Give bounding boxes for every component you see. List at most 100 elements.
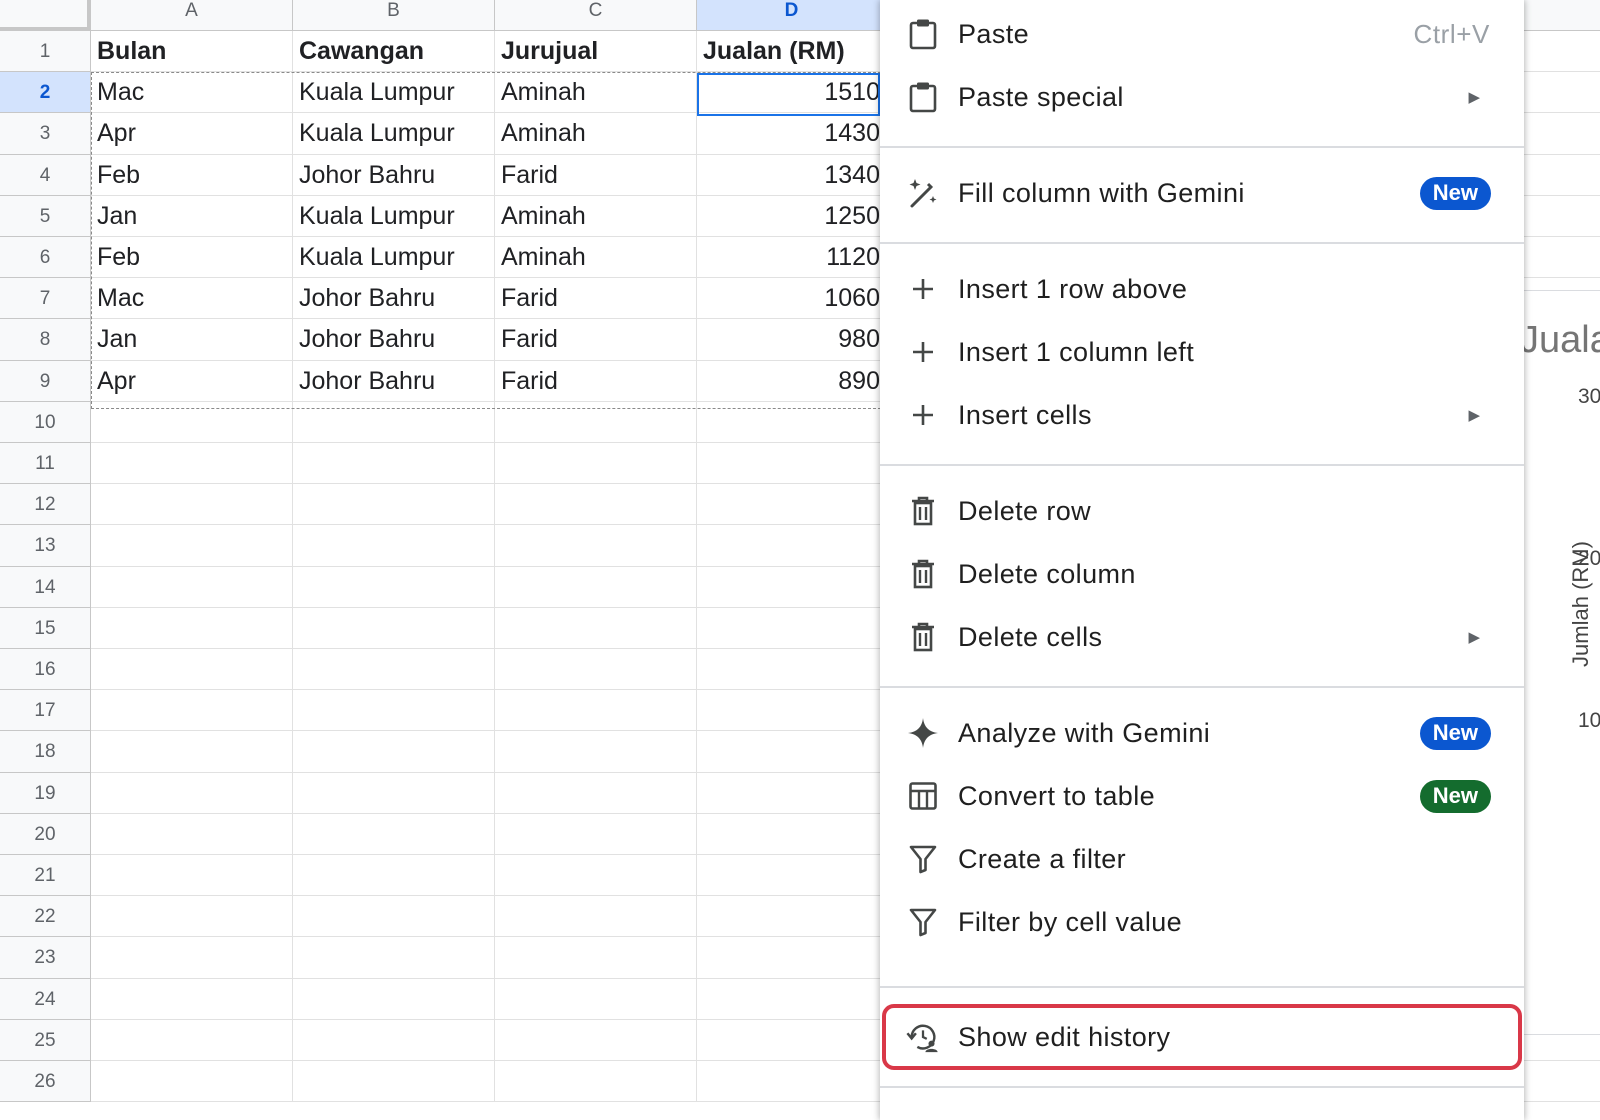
table-cell[interactable]: Feb <box>91 155 293 196</box>
column-header-d[interactable]: D <box>697 0 887 31</box>
menu-item-insert-row-above[interactable]: Insert 1 row above <box>880 261 1524 317</box>
table-cell[interactable]: Aminah <box>495 237 697 278</box>
empty-cell[interactable] <box>495 443 697 484</box>
empty-cell[interactable] <box>697 1020 887 1061</box>
empty-cell[interactable] <box>697 814 887 855</box>
menu-item-analyze-gemini[interactable]: Analyze with Gemini New <box>880 705 1524 761</box>
empty-cell[interactable] <box>293 731 495 773</box>
empty-cell[interactable] <box>495 979 697 1020</box>
empty-cell[interactable] <box>293 979 495 1020</box>
table-cell[interactable]: Farid <box>495 319 697 361</box>
empty-cell[interactable] <box>293 443 495 484</box>
empty-cell[interactable] <box>697 773 887 814</box>
row-header[interactable]: 19 <box>0 773 91 814</box>
empty-cell[interactable] <box>495 567 697 608</box>
table-cell[interactable]: Jan <box>91 319 293 361</box>
menu-item-insert-cells[interactable]: Insert cells ▶ <box>880 387 1524 443</box>
table-cell[interactable]: Farid <box>495 361 697 402</box>
empty-cell[interactable] <box>91 608 293 649</box>
table-cell[interactable]: Johor Bahru <box>293 319 495 361</box>
row-header[interactable]: 17 <box>0 690 91 731</box>
empty-cell[interactable] <box>495 1061 697 1102</box>
row-header[interactable]: 25 <box>0 1020 91 1061</box>
empty-cell[interactable] <box>495 855 697 896</box>
table-cell[interactable]: Kuala Lumpur <box>293 196 495 237</box>
empty-cell[interactable] <box>495 484 697 525</box>
row-header[interactable]: 11 <box>0 443 91 484</box>
empty-cell[interactable] <box>91 814 293 855</box>
table-cell[interactable]: Farid <box>495 278 697 319</box>
menu-item-delete-cells[interactable]: Delete cells ▶ <box>880 609 1524 665</box>
row-header[interactable]: 14 <box>0 567 91 608</box>
row-header[interactable]: 2 <box>0 72 91 113</box>
empty-cell[interactable] <box>697 855 887 896</box>
empty-cell[interactable] <box>293 937 495 979</box>
column-header-a[interactable]: A <box>91 0 293 31</box>
table-cell[interactable]: Kuala Lumpur <box>293 113 495 155</box>
empty-cell[interactable] <box>293 567 495 608</box>
empty-cell[interactable] <box>91 773 293 814</box>
menu-item-create-filter[interactable]: Create a filter <box>880 831 1524 887</box>
empty-cell[interactable] <box>495 773 697 814</box>
empty-cell[interactable] <box>91 979 293 1020</box>
empty-cell[interactable] <box>697 979 887 1020</box>
empty-cell[interactable] <box>293 649 495 690</box>
empty-cell[interactable] <box>293 896 495 937</box>
empty-cell[interactable] <box>293 773 495 814</box>
empty-cell[interactable] <box>293 608 495 649</box>
table-cell[interactable]: Johor Bahru <box>293 361 495 402</box>
row-header[interactable]: 6 <box>0 237 91 278</box>
row-header[interactable]: 10 <box>0 402 91 443</box>
empty-cell[interactable] <box>697 567 887 608</box>
menu-item-filter-by-cell-value[interactable]: Filter by cell value <box>880 894 1524 950</box>
row-header[interactable]: 1 <box>0 31 91 72</box>
empty-cell[interactable] <box>91 1020 293 1061</box>
empty-cell[interactable] <box>91 484 293 525</box>
empty-cell[interactable] <box>293 855 495 896</box>
empty-cell[interactable] <box>697 484 887 525</box>
empty-cell[interactable] <box>495 814 697 855</box>
empty-cell[interactable] <box>293 484 495 525</box>
table-cell[interactable]: Kuala Lumpur <box>293 72 495 113</box>
empty-cell[interactable] <box>91 443 293 484</box>
empty-cell[interactable] <box>697 731 887 773</box>
empty-cell[interactable] <box>293 1020 495 1061</box>
empty-cell[interactable] <box>495 649 697 690</box>
empty-cell[interactable] <box>91 937 293 979</box>
row-header[interactable]: 16 <box>0 649 91 690</box>
menu-item-convert-to-table[interactable]: Convert to table New <box>880 768 1524 824</box>
menu-item-paste-special[interactable]: Paste special ▶ <box>880 69 1524 125</box>
table-cell[interactable]: Aminah <box>495 113 697 155</box>
empty-cell[interactable] <box>495 525 697 567</box>
empty-cell[interactable] <box>697 649 887 690</box>
row-header[interactable]: 22 <box>0 896 91 937</box>
empty-cell[interactable] <box>91 896 293 937</box>
table-cell[interactable]: Apr <box>91 361 293 402</box>
empty-cell[interactable] <box>91 855 293 896</box>
chart-fragment[interactable]: Juala Jumlah (RM) 30 20 10 <box>1524 290 1600 1035</box>
empty-cell[interactable] <box>495 608 697 649</box>
empty-cell[interactable] <box>697 525 887 567</box>
table-cell[interactable]: Aminah <box>495 72 697 113</box>
menu-item-delete-column[interactable]: Delete column <box>880 546 1524 602</box>
empty-cell[interactable] <box>697 443 887 484</box>
row-header[interactable]: 24 <box>0 979 91 1020</box>
table-cell[interactable]: 1060 <box>697 278 887 319</box>
empty-cell[interactable] <box>91 1061 293 1102</box>
column-header-b[interactable]: B <box>293 0 495 31</box>
empty-cell[interactable] <box>293 1061 495 1102</box>
table-cell[interactable]: Farid <box>495 155 697 196</box>
menu-item-paste[interactable]: Paste Ctrl+V <box>880 6 1524 62</box>
column-header-c[interactable]: C <box>495 0 697 31</box>
table-cell[interactable]: 1120 <box>697 237 887 278</box>
table-cell[interactable]: 1340 <box>697 155 887 196</box>
table-cell[interactable]: Johor Bahru <box>293 278 495 319</box>
empty-cell[interactable] <box>697 402 887 443</box>
table-cell[interactable]: Johor Bahru <box>293 155 495 196</box>
row-header[interactable]: 7 <box>0 278 91 319</box>
row-header[interactable]: 18 <box>0 731 91 773</box>
empty-cell[interactable] <box>91 649 293 690</box>
table-cell[interactable]: Mac <box>91 72 293 113</box>
empty-cell[interactable] <box>91 402 293 443</box>
empty-cell[interactable] <box>293 690 495 731</box>
